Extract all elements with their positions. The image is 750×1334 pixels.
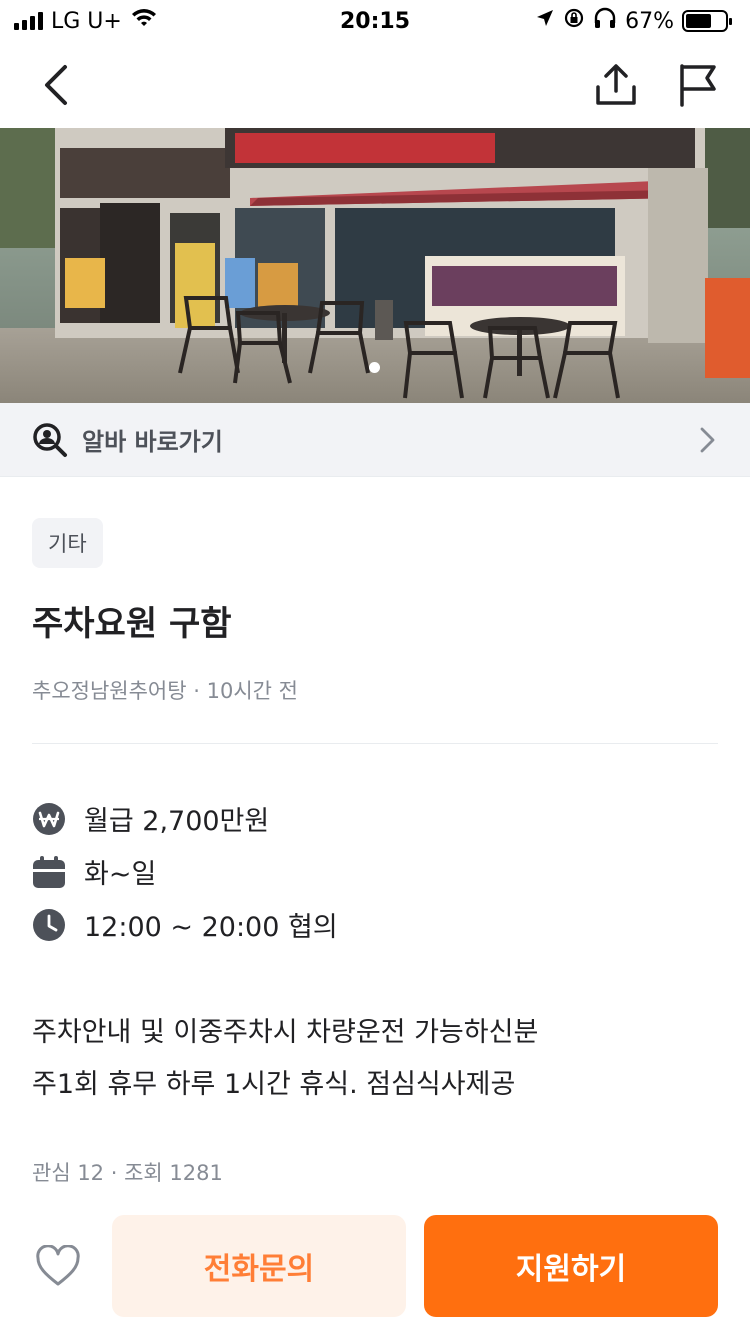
post-title: 주차요원 구함 <box>32 604 232 644</box>
cellular-signal-icon <box>14 12 43 30</box>
posted-time: 10시간 전 <box>206 679 298 703</box>
status-bar: LG U+ 20:15 67% <box>0 0 750 42</box>
search-person-icon <box>33 422 67 457</box>
job-info-list: 월급 2,700만원 화~일 12:00 ~ 20:00 협의 <box>32 792 718 951</box>
call-inquiry-button[interactable]: 전화문의 <box>112 1215 406 1317</box>
back-button[interactable] <box>34 63 78 107</box>
report-button[interactable] <box>676 63 720 107</box>
post-meta: 추오정남원추어탕 · 10시간 전 <box>32 675 718 705</box>
alba-shortcut-label: 알바 바로가기 <box>82 428 223 456</box>
battery-icon <box>682 10 732 32</box>
carousel-indicator-dot <box>369 362 380 373</box>
status-right: 67% <box>535 7 732 35</box>
battery-percent: 67% <box>625 8 674 34</box>
wifi-icon <box>130 8 158 34</box>
store-photo[interactable] <box>0 128 750 403</box>
post-description: 주차안내 및 이중주차시 차량운전 가능하신분 주1회 휴무 하루 1시간 휴식… <box>32 1007 718 1111</box>
chevron-right-icon <box>700 427 715 452</box>
rotation-lock-icon <box>563 7 585 35</box>
bottom-action-bar: 전화문의 지원하기 <box>0 1200 750 1334</box>
location-arrow-icon <box>535 8 555 34</box>
description-line: 주차안내 및 이중주차시 차량운전 가능하신분 <box>32 1017 539 1048</box>
heart-icon <box>36 1245 80 1286</box>
nav-actions <box>594 63 720 107</box>
workdays-row: 화~일 <box>32 845 718 898</box>
worktime-text: 12:00 ~ 20:00 협의 <box>84 912 338 943</box>
alba-shortcut-bar[interactable]: 알바 바로가기 <box>0 403 750 477</box>
chevron-left-icon <box>45 65 67 105</box>
clock-icon <box>32 908 66 942</box>
description-line: 주1회 휴무 하루 1시간 휴식. 점심식사제공 <box>32 1069 516 1100</box>
won-icon <box>32 802 66 836</box>
post-content: 기타 주차요원 구함 추오정남원추어탕 · 10시간 전 월급 2,700만원 <box>32 518 718 1187</box>
meta-separator: · <box>186 679 207 703</box>
share-icon <box>596 64 636 105</box>
flag-icon <box>680 64 716 107</box>
apply-button[interactable]: 지원하기 <box>424 1215 718 1317</box>
status-left: LG U+ <box>14 8 158 34</box>
carrier-label: LG U+ <box>51 8 122 34</box>
top-nav <box>0 42 750 128</box>
divider <box>32 743 718 744</box>
like-button[interactable] <box>32 1215 84 1317</box>
salary-row: 월급 2,700만원 <box>32 792 718 845</box>
salary-text: 월급 2,700만원 <box>84 806 270 837</box>
post-stats: 관심 12 · 조회 1281 <box>32 1161 223 1185</box>
store-name[interactable]: 추오정남원추어탕 <box>32 679 187 703</box>
calendar-icon <box>32 855 66 889</box>
category-tag[interactable]: 기타 <box>32 518 103 568</box>
worktime-row: 12:00 ~ 20:00 협의 <box>32 898 718 951</box>
headphones-icon <box>593 7 617 35</box>
workdays-text: 화~일 <box>84 859 157 890</box>
share-button[interactable] <box>594 63 638 107</box>
